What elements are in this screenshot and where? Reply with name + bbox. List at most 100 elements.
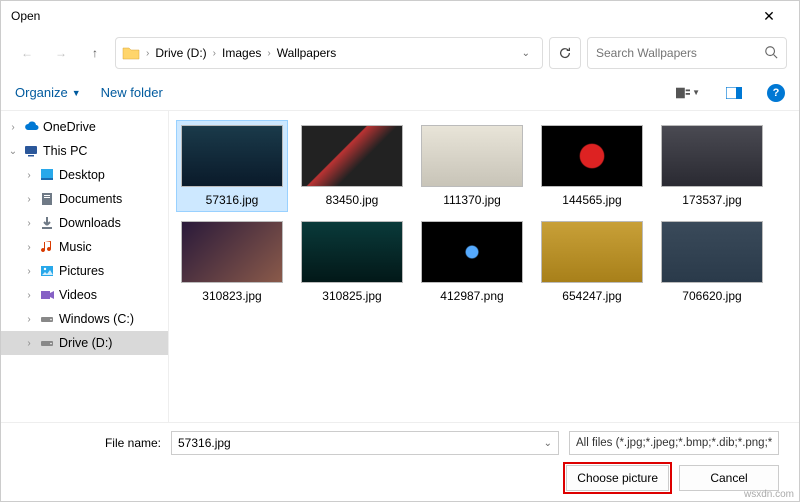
file-name: 83450.jpg xyxy=(326,193,379,207)
thumbnail-image xyxy=(541,221,643,283)
cancel-button[interactable]: Cancel xyxy=(679,465,779,491)
file-name: 144565.jpg xyxy=(562,193,621,207)
tree-item-drive-d-[interactable]: › Drive (D:) xyxy=(1,331,168,355)
vid-icon xyxy=(39,287,55,303)
refresh-button[interactable] xyxy=(549,37,581,69)
search-icon xyxy=(764,45,778,62)
tree-item-onedrive[interactable]: ›OneDrive xyxy=(1,115,168,139)
tree-item-label: Videos xyxy=(59,288,97,302)
tree-item-label: Drive (D:) xyxy=(59,336,112,350)
file-item[interactable]: 310823.jpg xyxy=(177,217,287,307)
thumbnail-image xyxy=(661,125,763,187)
file-item[interactable]: 412987.png xyxy=(417,217,527,307)
breadcrumb-segment[interactable]: Drive (D:) xyxy=(155,46,206,60)
thumbnail-image xyxy=(661,221,763,283)
navigation-pane: ›OneDrive⌄This PC › Desktop › Documents › Down… xyxy=(1,111,169,422)
chevron-icon: › xyxy=(23,290,35,301)
file-item[interactable]: 111370.jpg xyxy=(417,121,527,211)
folder-icon xyxy=(122,45,140,61)
up-button[interactable]: ↑ xyxy=(81,39,109,67)
chevron-icon: ⌄ xyxy=(7,146,19,157)
tree-item-downloads[interactable]: › Downloads xyxy=(1,211,168,235)
tree-item-label: Pictures xyxy=(59,264,104,278)
pc-icon xyxy=(23,143,39,159)
chevron-down-icon: ▼ xyxy=(72,88,81,98)
chevron-icon: › xyxy=(23,218,35,229)
toolbar: Organize ▼ New folder ▼ ? xyxy=(1,75,799,111)
thumbnail-image xyxy=(301,125,403,187)
open-dialog: Open ✕ ← → ↑ › Drive (D:) › Images › Wal… xyxy=(0,0,800,502)
file-item[interactable]: 173537.jpg xyxy=(657,121,767,211)
music-icon xyxy=(39,239,55,255)
thumbnail-image xyxy=(421,125,523,187)
dialog-footer: File name: 57316.jpg ⌄ All files (*.jpg;… xyxy=(1,422,799,501)
new-folder-button[interactable]: New folder xyxy=(101,85,163,100)
chevron-right-icon: › xyxy=(146,48,149,59)
down-icon xyxy=(39,215,55,231)
file-item[interactable]: 83450.jpg xyxy=(297,121,407,211)
filename-value: 57316.jpg xyxy=(178,436,231,450)
thumbnail-image xyxy=(181,221,283,283)
thumbnail-image xyxy=(541,125,643,187)
file-name: 57316.jpg xyxy=(206,193,259,207)
chevron-icon: › xyxy=(23,194,35,205)
search-box[interactable] xyxy=(587,37,787,69)
choose-picture-button[interactable]: Choose picture xyxy=(566,465,669,491)
view-mode-button[interactable]: ▼ xyxy=(675,82,701,104)
organize-menu[interactable]: Organize ▼ xyxy=(15,85,81,100)
file-item[interactable]: 57316.jpg xyxy=(177,121,287,211)
close-button[interactable]: ✕ xyxy=(749,8,789,25)
tree-item-label: Documents xyxy=(59,192,122,206)
address-bar[interactable]: › Drive (D:) › Images › Wallpapers ⌄ xyxy=(115,37,543,69)
chevron-right-icon: › xyxy=(267,48,270,59)
filename-label: File name: xyxy=(21,436,161,450)
forward-button[interactable]: → xyxy=(47,39,75,67)
dialog-body: ›OneDrive⌄This PC › Desktop › Documents › Down… xyxy=(1,111,799,422)
file-name: 310823.jpg xyxy=(202,289,261,303)
file-name: 706620.jpg xyxy=(682,289,741,303)
preview-pane-button[interactable] xyxy=(721,82,747,104)
titlebar: Open ✕ xyxy=(1,1,799,31)
tree-item-windows-c-[interactable]: › Windows (C:) xyxy=(1,307,168,331)
chevron-icon: › xyxy=(23,170,35,181)
tree-item-music[interactable]: ›Music xyxy=(1,235,168,259)
file-item[interactable]: 654247.jpg xyxy=(537,217,647,307)
cloud-icon xyxy=(23,119,39,135)
file-name: 173537.jpg xyxy=(682,193,741,207)
chevron-right-icon: › xyxy=(213,48,216,59)
file-list: 57316.jpg 83450.jpg 111370.jpg 144565.jpg 17… xyxy=(169,111,799,422)
tree-item-label: Windows (C:) xyxy=(59,312,134,326)
tree-item-label: Music xyxy=(59,240,92,254)
back-button[interactable]: ← xyxy=(13,39,41,67)
breadcrumb-segment[interactable]: Wallpapers xyxy=(277,46,337,60)
window-title: Open xyxy=(11,9,749,23)
thumbnail-image xyxy=(181,125,283,187)
chevron-icon: › xyxy=(23,338,35,349)
desktop-icon xyxy=(39,167,55,183)
watermark: wsxdn.com xyxy=(744,489,794,500)
filename-combobox[interactable]: 57316.jpg ⌄ xyxy=(171,431,559,455)
file-item[interactable]: 144565.jpg xyxy=(537,121,647,211)
tree-item-label: Downloads xyxy=(59,216,121,230)
tree-item-pictures[interactable]: ›Pictures xyxy=(1,259,168,283)
file-name: 654247.jpg xyxy=(562,289,621,303)
file-item[interactable]: 706620.jpg xyxy=(657,217,767,307)
file-name: 412987.png xyxy=(440,289,503,303)
address-dropdown[interactable]: ⌄ xyxy=(516,48,536,59)
filetype-filter[interactable]: All files (*.jpg;*.jpeg;*.bmp;*.dib;*.pn… xyxy=(569,431,779,455)
help-button[interactable]: ? xyxy=(767,84,785,102)
chevron-icon: › xyxy=(7,122,19,133)
tree-item-desktop[interactable]: › Desktop xyxy=(1,163,168,187)
tree-item-this-pc[interactable]: ⌄This PC xyxy=(1,139,168,163)
drive-icon xyxy=(39,311,55,327)
tree-item-videos[interactable]: › Videos xyxy=(1,283,168,307)
thumbnail-image xyxy=(421,221,523,283)
search-input[interactable] xyxy=(596,46,756,60)
breadcrumb-segment[interactable]: Images xyxy=(222,46,261,60)
chevron-icon: › xyxy=(23,314,35,325)
tree-item-documents[interactable]: › Documents xyxy=(1,187,168,211)
chevron-down-icon: ⌄ xyxy=(544,438,552,449)
file-item[interactable]: 310825.jpg xyxy=(297,217,407,307)
thumbnail-image xyxy=(301,221,403,283)
tree-item-label: Desktop xyxy=(59,168,105,182)
